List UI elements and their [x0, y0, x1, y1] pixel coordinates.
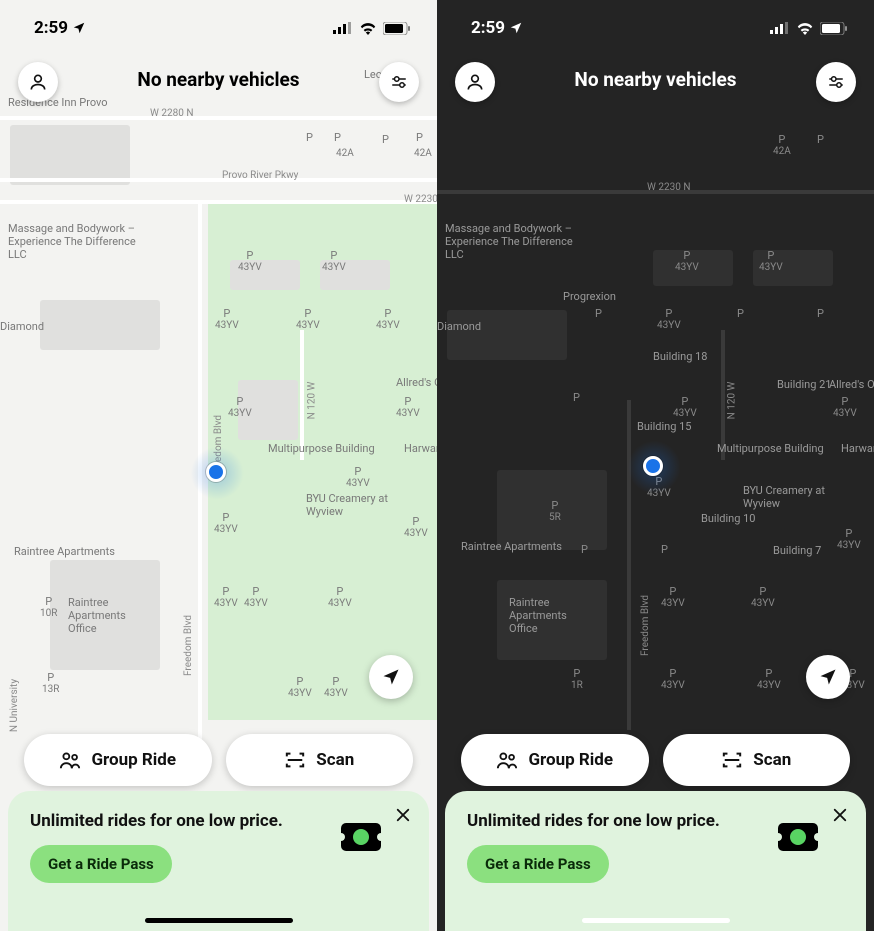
location-arrow-icon — [381, 667, 401, 687]
poi-multipurpose: Multipurpose Building — [717, 442, 824, 455]
poi-b15: Building 15 — [637, 420, 692, 433]
get-ride-pass-button[interactable]: Get a Ride Pass — [30, 845, 172, 883]
poi-progrexion: Progrexion — [563, 290, 616, 303]
poi-multipurpose: Multipurpose Building — [268, 442, 375, 455]
recenter-button[interactable] — [369, 655, 413, 699]
user-location-dot — [643, 456, 663, 476]
poi-harward: Harward — [404, 442, 437, 455]
poi-massage: Massage and Bodywork – Experience The Di… — [8, 222, 148, 261]
ticket-icon — [341, 823, 381, 851]
wifi-icon — [359, 22, 377, 35]
close-icon — [394, 806, 412, 824]
recenter-button[interactable] — [806, 655, 850, 699]
street-n120w: N 120 W — [306, 382, 317, 420]
scan-button[interactable]: Scan — [226, 734, 414, 786]
ticket-icon — [778, 823, 818, 851]
poi-residence-inn: Residence Inn Provo — [8, 96, 108, 109]
promo-close-button[interactable] — [389, 801, 417, 829]
group-icon — [59, 750, 81, 770]
scan-icon — [284, 750, 306, 770]
group-ride-button[interactable]: Group Ride — [461, 734, 649, 786]
page-title: No nearby vehicles — [437, 68, 874, 91]
street-n120w: N 120 W — [726, 382, 737, 420]
battery-icon — [383, 22, 411, 35]
street-freedom-blvd-2: Freedom Blvd — [183, 615, 194, 676]
screenshot-light: W 2280 N Provo River Pkwy W 2230 N Freed… — [0, 0, 437, 931]
screenshot-dark: W 2230 N Freedom Blvd N 120 W Massage an… — [437, 0, 874, 931]
user-location-dot — [206, 462, 226, 482]
poi-massage: Massage and Bodywork – Experience The Di… — [445, 222, 585, 261]
cellular-icon — [770, 22, 790, 34]
street-n-university: N University — [9, 679, 20, 732]
wifi-icon — [796, 22, 814, 35]
ride-pass-promo: Unlimited rides for one low price. Get a… — [8, 791, 429, 931]
scan-button[interactable]: Scan — [663, 734, 851, 786]
cellular-icon — [333, 22, 353, 34]
poi-b21: Building 21 — [777, 378, 832, 391]
poi-raintree: Raintree Apartments — [14, 545, 115, 558]
location-services-icon — [72, 21, 86, 35]
status-bar: 2:59 — [0, 0, 437, 48]
ride-pass-promo: Unlimited rides for one low price. Get a… — [445, 791, 866, 931]
poi-b7: Building 7 — [773, 544, 821, 557]
street-w2230n: W 2230 N — [647, 182, 690, 193]
poi-allreds: Allred's O — [829, 378, 874, 391]
street-w2280n: W 2280 N — [150, 108, 193, 119]
street-freedom-blvd: Freedom Blvd — [640, 595, 651, 656]
action-row: Group Ride Scan — [0, 734, 437, 786]
status-bar: 2:59 — [437, 0, 874, 48]
poi-raintree: Raintree Apartments — [461, 540, 562, 553]
street-provo-river-pkwy: Provo River Pkwy — [222, 170, 298, 181]
street-w2230n: W 2230 N — [404, 194, 437, 205]
promo-close-button[interactable] — [826, 801, 854, 829]
poi-allreds: Allred's O — [396, 376, 437, 389]
poi-b10: Building 10 — [701, 512, 756, 525]
home-indicator — [145, 918, 293, 923]
close-icon — [831, 806, 849, 824]
location-services-icon — [509, 21, 523, 35]
status-time: 2:59 — [34, 18, 68, 38]
poi-raintree-office: Raintree Apartments Office — [509, 596, 589, 635]
poi-raintree-office: Raintree Apartments Office — [68, 596, 148, 635]
poi-diamond: Diamond — [437, 320, 481, 333]
home-indicator — [582, 918, 730, 923]
get-ride-pass-button[interactable]: Get a Ride Pass — [467, 845, 609, 883]
poi-harward: Harward — [841, 442, 874, 455]
poi-diamond: Diamond — [0, 320, 44, 333]
poi-b18: Building 18 — [653, 350, 708, 363]
location-arrow-icon — [818, 667, 838, 687]
group-icon — [496, 750, 518, 770]
poi-byu-creamery: BYU Creamery at Wyview — [743, 484, 833, 510]
status-time: 2:59 — [471, 18, 505, 38]
group-ride-button[interactable]: Group Ride — [24, 734, 212, 786]
scan-icon — [721, 750, 743, 770]
battery-icon — [820, 22, 848, 35]
action-row: Group Ride Scan — [437, 734, 874, 786]
poi-byu-creamery: BYU Creamery at Wyview — [306, 492, 396, 518]
page-title: No nearby vehicles — [0, 68, 437, 91]
